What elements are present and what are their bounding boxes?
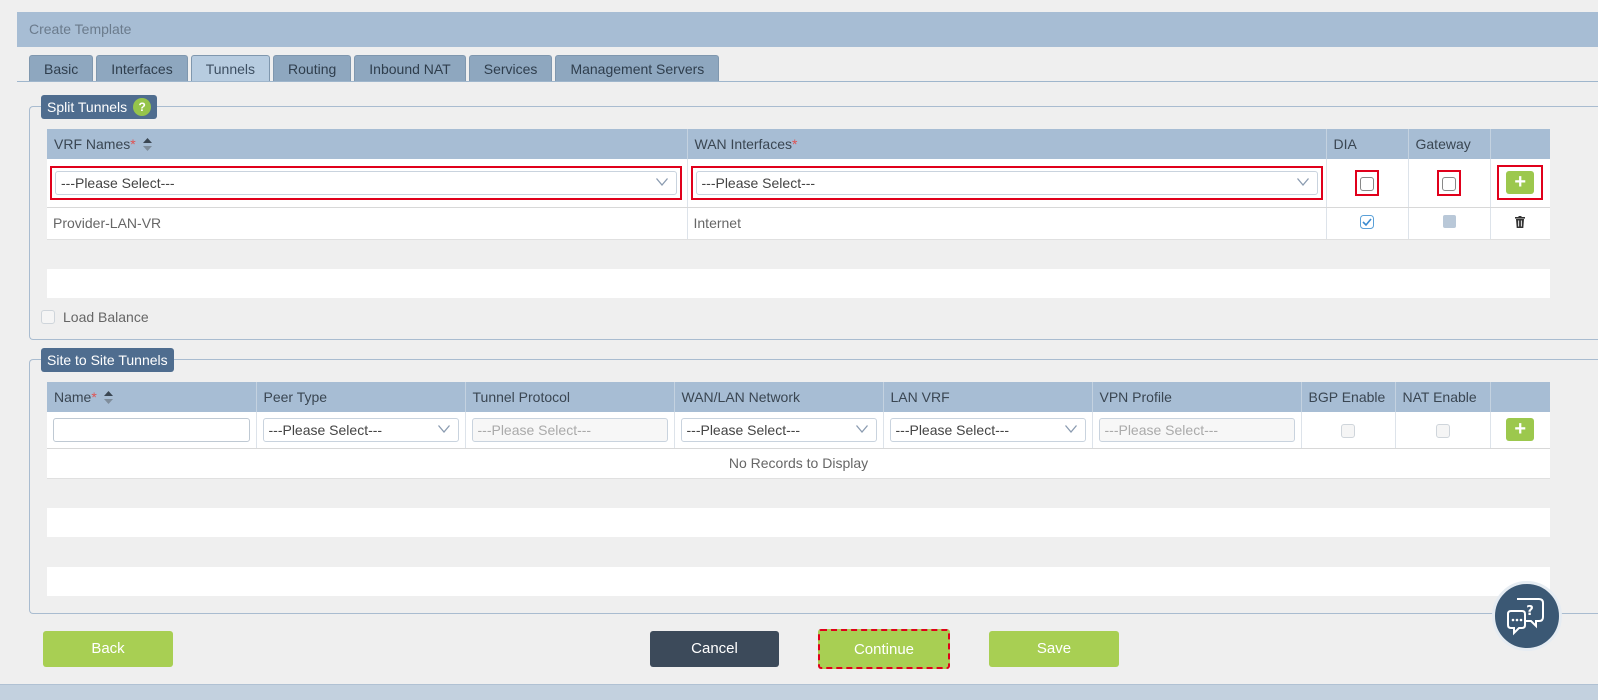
- chevron-down-icon: [656, 177, 668, 186]
- tab-divider: [17, 81, 1598, 82]
- continue-button[interactable]: Continue: [818, 629, 950, 669]
- gateway-checkbox-highlight: [1437, 169, 1461, 196]
- chevron-down-icon: [855, 424, 868, 433]
- column-header-tunnel-protocol: Tunnel Protocol: [465, 382, 675, 412]
- bottom-bar: [0, 684, 1598, 700]
- vrf-select-highlight: ---Please Select---: [50, 165, 682, 200]
- page-title: Create Template: [17, 12, 1598, 47]
- column-header-actions: [1490, 382, 1550, 412]
- gateway-unchecked-icon: [1442, 215, 1456, 228]
- tunnel-protocol-select-value: ---Please Select---: [477, 421, 592, 438]
- wan-lan-network-select[interactable]: ---Please Select---: [680, 417, 877, 442]
- column-header-vpn-profile: VPN Profile: [1092, 382, 1302, 412]
- back-button[interactable]: Back: [43, 631, 173, 667]
- column-header-actions: [1490, 129, 1550, 159]
- chat-help-icon: ?: [1507, 598, 1544, 636]
- wan-interfaces-select[interactable]: ---Please Select---: [695, 170, 1318, 195]
- empty-table-message: No Records to Display: [47, 448, 1550, 479]
- tab-management-servers[interactable]: Management Servers: [555, 55, 720, 82]
- save-button[interactable]: Save: [989, 631, 1119, 667]
- add-split-tunnel-button[interactable]: +: [1506, 171, 1535, 195]
- dia-checked-icon: [1360, 214, 1374, 229]
- load-balance-option[interactable]: Load Balance: [41, 308, 149, 326]
- column-header-peer-type: Peer Type: [256, 382, 466, 412]
- vpn-profile-select: ---Please Select---: [1098, 417, 1295, 442]
- site-to-site-legend: Site to Site Tunnels: [41, 348, 174, 372]
- column-header-bgp-enable: BGP Enable: [1301, 382, 1396, 412]
- peer-type-select-value: ---Please Select---: [268, 421, 383, 438]
- sort-icon[interactable]: [142, 138, 152, 151]
- column-header-wan-lan-network: WAN/LAN Network: [674, 382, 884, 412]
- trash-icon[interactable]: [1515, 216, 1526, 228]
- lan-vrf-select-value: ---Please Select---: [895, 421, 1010, 438]
- chevron-down-icon: [1064, 424, 1077, 433]
- column-header-nat-enable: NAT Enable: [1395, 382, 1491, 412]
- required-mark: *: [792, 136, 798, 152]
- name-label: Name: [54, 389, 92, 405]
- lan-vrf-select[interactable]: ---Please Select---: [889, 417, 1086, 442]
- column-header-vrf-names[interactable]: VRF Names*: [47, 129, 688, 159]
- chevron-down-icon: [437, 424, 450, 433]
- column-header-lan-vrf: LAN VRF: [883, 382, 1093, 412]
- nat-enable-checkbox: [1435, 423, 1450, 438]
- add-site-tunnel-button[interactable]: +: [1506, 418, 1535, 442]
- tab-tunnels[interactable]: Tunnels: [190, 55, 271, 82]
- wan-select-highlight: ---Please Select---: [690, 165, 1323, 200]
- cancel-button[interactable]: Cancel: [650, 631, 779, 667]
- load-balance-checkbox[interactable]: [41, 310, 55, 324]
- svg-text:?: ?: [1526, 604, 1534, 619]
- wan-lan-network-select-value: ---Please Select---: [686, 421, 801, 438]
- column-header-dia: DIA: [1326, 129, 1409, 159]
- wan-interfaces-label: WAN Interfaces: [694, 136, 793, 152]
- required-mark: *: [91, 389, 97, 405]
- vpn-profile-select-value: ---Please Select---: [1104, 421, 1219, 438]
- column-header-wan-interfaces: WAN Interfaces*: [687, 129, 1327, 159]
- dia-checkbox[interactable]: [1360, 176, 1374, 191]
- sort-icon[interactable]: [103, 391, 113, 404]
- vrf-names-select-value: ---Please Select---: [61, 174, 175, 191]
- split-tunnels-table: VRF Names* WAN Interfaces* DIA Gateway -…: [47, 129, 1550, 298]
- chat-help-button[interactable]: ?: [1492, 581, 1562, 651]
- tab-routing[interactable]: Routing: [273, 55, 352, 82]
- tab-basic[interactable]: Basic: [29, 55, 94, 82]
- site-to-site-title: Site to Site Tunnels: [47, 352, 168, 368]
- peer-type-select[interactable]: ---Please Select---: [262, 417, 459, 442]
- dia-checkbox-highlight: [1355, 169, 1379, 196]
- add-button-highlight: +: [1497, 165, 1544, 201]
- split-tunnels-title: Split Tunnels: [47, 99, 128, 115]
- tab-services[interactable]: Services: [468, 55, 553, 82]
- wan-interfaces-select-value: ---Please Select---: [701, 174, 816, 191]
- vrf-names-label: VRF Names: [54, 136, 131, 152]
- column-header-name[interactable]: Name*: [47, 382, 257, 412]
- row-wan-interface: Internet: [687, 207, 1327, 240]
- load-balance-label: Load Balance: [63, 309, 149, 325]
- vrf-names-select[interactable]: ---Please Select---: [55, 170, 677, 195]
- tunnel-protocol-select: ---Please Select---: [471, 417, 668, 442]
- site-to-site-table: Name* Peer Type Tunnel Protocol WAN/LAN …: [47, 382, 1550, 596]
- row-vrf-name: Provider-LAN-VR: [47, 207, 688, 240]
- column-header-gateway: Gateway: [1408, 129, 1491, 159]
- tab-interfaces[interactable]: Interfaces: [96, 55, 188, 82]
- bgp-enable-checkbox: [1341, 423, 1355, 438]
- split-tunnels-legend: Split Tunnels ?: [41, 95, 158, 119]
- name-input[interactable]: [53, 417, 250, 442]
- gateway-checkbox[interactable]: [1442, 176, 1456, 191]
- required-mark: *: [130, 136, 136, 152]
- tab-bar: Basic Interfaces Tunnels Routing Inbound…: [29, 55, 720, 82]
- tab-inbound-nat[interactable]: Inbound NAT: [354, 55, 466, 82]
- chevron-down-icon: [1296, 177, 1309, 186]
- help-icon[interactable]: ?: [133, 98, 152, 116]
